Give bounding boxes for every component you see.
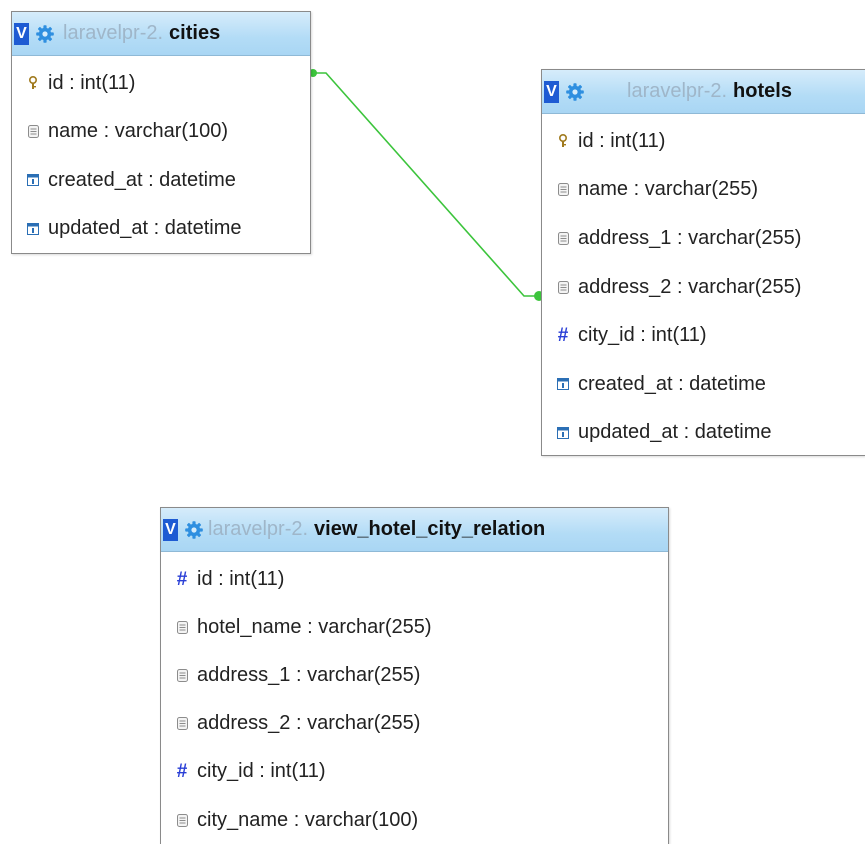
field-row[interactable]: created_at : datetime [542, 360, 865, 409]
field-label: id : int(11) [48, 71, 136, 94]
field-label: created_at : datetime [578, 372, 766, 395]
database-name: laravelpr-2. [627, 80, 728, 102]
relation-line-cities-hotels[interactable] [311, 72, 540, 297]
numeric-field-icon: # [176, 761, 188, 783]
field-label: address_2 : varchar(255) [578, 275, 802, 298]
datetime-field-icon [556, 425, 570, 441]
field-label: created_at : datetime [48, 168, 236, 191]
text-field-icon [556, 279, 570, 295]
table-name[interactable]: cities [169, 22, 220, 45]
field-row[interactable]: updated_at : datetime [542, 409, 865, 458]
table-header[interactable]: V laravelpr-2. cities [12, 12, 310, 56]
numeric-field-icon: # [557, 325, 569, 347]
text-field-icon [556, 182, 570, 198]
datetime-field-icon [26, 172, 40, 188]
field-label: city_id : int(11) [578, 324, 707, 347]
field-label: name : varchar(255) [578, 178, 759, 201]
field-label: address_1 : varchar(255) [578, 226, 802, 249]
field-row[interactable]: updated_at : datetime [12, 205, 310, 254]
text-field-icon [175, 812, 189, 828]
gear-icon[interactable] [35, 24, 55, 44]
database-name: laravelpr-2. [208, 518, 309, 540]
field-label: updated_at : datetime [578, 421, 772, 444]
field-label: city_name : varchar(100) [197, 808, 419, 831]
field-row[interactable]: created_at : datetime [12, 156, 310, 205]
datetime-field-icon [556, 376, 570, 392]
table-name[interactable]: view_hotel_city_relation [314, 518, 545, 541]
table-header[interactable]: V laravelpr-2. view_hotel_city_relation [161, 508, 668, 552]
text-field-icon [556, 230, 570, 246]
field-row[interactable]: address_1 : varchar(255) [161, 651, 668, 699]
field-row[interactable]: name : varchar(255) [542, 166, 865, 215]
visibility-toggle-icon[interactable]: V [163, 518, 178, 541]
field-row[interactable]: # city_id : int(11) [542, 311, 865, 360]
field-row[interactable]: id : int(11) [542, 117, 865, 166]
field-row[interactable]: hotel_name : varchar(255) [161, 603, 668, 651]
numeric-field-icon: # [176, 568, 188, 590]
gear-icon[interactable] [184, 520, 204, 540]
text-field-icon [175, 667, 189, 683]
table-name[interactable]: hotels [733, 80, 792, 103]
field-label: address_2 : varchar(255) [197, 712, 421, 735]
field-row[interactable]: city_name : varchar(100) [161, 796, 668, 844]
field-label: id : int(11) [578, 129, 666, 152]
table-hotels[interactable]: V laravelpr-2. hotels id : int(11) name … [541, 69, 865, 456]
field-label: city_id : int(11) [197, 760, 326, 783]
primary-key-icon [26, 75, 40, 91]
table-view-hotel-city-relation[interactable]: V laravelpr-2. view_hotel_city_relation … [160, 507, 669, 844]
table-cities[interactable]: V laravelpr-2. cities id : int(11) name … [11, 11, 311, 254]
field-row[interactable]: # city_id : int(11) [161, 748, 668, 796]
field-row[interactable]: id : int(11) [12, 59, 310, 108]
field-row[interactable]: address_2 : varchar(255) [161, 700, 668, 748]
field-label: address_1 : varchar(255) [197, 663, 421, 686]
field-label: hotel_name : varchar(255) [197, 615, 432, 638]
database-name: laravelpr-2. [63, 22, 164, 44]
text-field-icon [175, 619, 189, 635]
datetime-field-icon [26, 221, 40, 237]
visibility-toggle-icon[interactable]: V [14, 22, 29, 45]
field-row[interactable]: address_2 : varchar(255) [542, 263, 865, 312]
field-label: name : varchar(100) [48, 120, 229, 143]
text-field-icon [175, 716, 189, 732]
primary-key-icon [556, 133, 570, 149]
text-field-icon [26, 124, 40, 140]
visibility-toggle-icon[interactable]: V [544, 80, 559, 103]
field-row[interactable]: address_1 : varchar(255) [542, 214, 865, 263]
field-row[interactable]: # id : int(11) [161, 555, 668, 603]
field-label: id : int(11) [197, 567, 285, 590]
field-label: updated_at : datetime [48, 217, 242, 240]
field-row[interactable]: name : varchar(100) [12, 108, 310, 157]
table-header[interactable]: V laravelpr-2. hotels [542, 70, 865, 114]
gear-icon[interactable] [565, 82, 585, 102]
